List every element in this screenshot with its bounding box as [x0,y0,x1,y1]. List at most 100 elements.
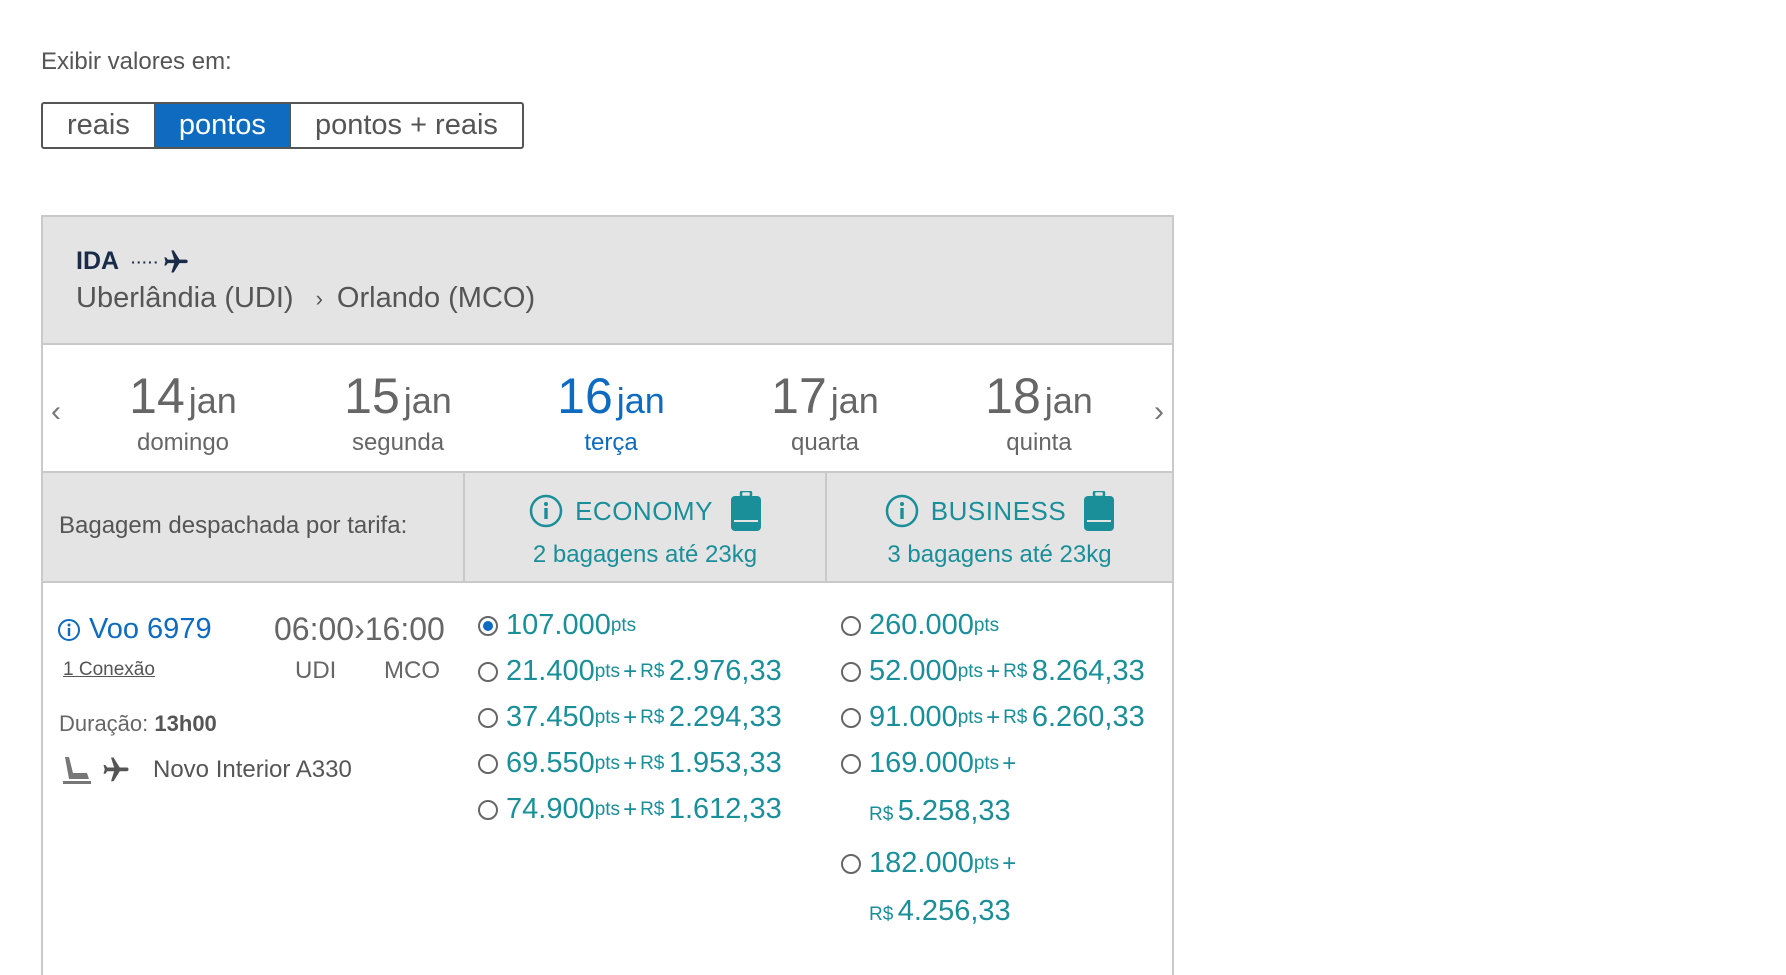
fare-cash-line: R$ 5.258,33 [869,795,1011,828]
fare-cash: 5.258,33 [897,795,1011,827]
fare-cash-line: R$ 4.256,33 [869,895,1011,928]
fare-points: 91.000 [869,701,958,733]
route-dots: ····· [131,253,160,270]
radio-button[interactable] [841,661,861,682]
currency-symbol: R$ [640,706,665,728]
currency-symbol: R$ [640,660,665,682]
economy-fare-option[interactable]: 37.450 pts + R$ 2.294,33 [478,701,782,734]
flight-card: IDA ····· Uberlândia (UDI) › Orlando (MC… [41,215,1174,975]
economy-fare-option[interactable]: 69.550 pts + R$ 1.953,33 [478,747,782,780]
connection-link[interactable]: 1 Conexão [63,659,155,681]
aircraft-name: Novo Interior A330 [153,756,352,783]
radio-button[interactable] [478,661,498,682]
pts-unit: pts [594,798,621,820]
info-icon[interactable] [885,494,919,528]
radio-button[interactable] [478,799,498,820]
route-header: IDA ····· Uberlândia (UDI) › Orlando (MC… [43,217,1172,345]
currency-symbol: R$ [1003,660,1028,682]
baggage-label: Bagagem despachada por tarifa: [59,512,408,539]
business-fare-option[interactable]: 182.000 pts + [841,847,1019,880]
radio-button[interactable] [478,707,498,728]
flight-number: Voo 6979 [89,613,212,645]
date-month: jan [830,380,879,421]
radio-button[interactable] [478,615,498,636]
radio-button[interactable] [841,707,861,728]
toggle-pontos[interactable]: pontos [154,104,291,147]
date-month: jan [403,380,452,421]
pts-unit: pts [973,852,1000,874]
plus-sign: + [623,657,638,685]
pts-unit: pts [973,752,1000,774]
fare-points: 69.550 [506,747,595,779]
date-month: jan [1044,380,1093,421]
currency-toggle: reais pontos pontos + reais [41,102,524,149]
next-date-arrow[interactable]: › [1154,395,1164,429]
business-fare-option[interactable]: 91.000 pts + R$ 6.260,33 [841,701,1145,734]
info-icon [58,618,80,641]
pts-unit: pts [594,752,621,774]
date-strip: ‹ 14 jan domingo 15 jan segunda 16 jan terç… [43,345,1172,473]
duration-value: 13h00 [154,711,217,736]
business-title: BUSINESS [930,495,1067,526]
date-15-jan[interactable]: 15 jan segunda [298,367,498,457]
prev-date-arrow[interactable]: ‹ [51,395,61,429]
radio-button[interactable] [841,615,861,636]
economy-fare-option[interactable]: 107.000 pts [478,609,636,642]
economy-title: ECONOMY [575,495,713,526]
route-separator: › [315,285,323,311]
economy-allowance: 2 bagagens até 23kg [532,541,758,568]
date-weekday: terça [584,429,638,456]
radio-button[interactable] [841,853,861,874]
pts-unit: pts [594,706,621,728]
economy-fare-option[interactable]: 74.900 pts + R$ 1.612,33 [478,793,782,826]
pts-unit: pts [973,614,1000,636]
date-18-jan[interactable]: 18 jan quinta [939,367,1139,457]
route: Uberlândia (UDI) › Orlando (MCO) [76,282,535,315]
fare-cash: 2.294,33 [668,701,782,733]
date-16-jan[interactable]: 16 jan terça [511,367,711,457]
fare-points: 182.000 [869,847,974,879]
time-arrow: › [354,611,365,647]
fare-cash: 8.264,33 [1031,655,1145,687]
business-fare-option[interactable]: 260.000 pts [841,609,999,642]
display-values-label: Exibir valores em: [41,48,232,75]
fare-points: 21.400 [506,655,595,687]
plus-sign: + [986,657,1001,685]
currency-symbol: R$ [869,804,894,825]
fare-points: 74.900 [506,793,595,825]
radio-button[interactable] [478,753,498,774]
arrive-time: 16:00 [364,611,445,647]
fare-points: 37.450 [506,701,595,733]
origin-code: UDI [295,657,337,684]
pts-unit: pts [957,660,984,682]
fare-points: 107.000 [506,609,611,641]
luggage-icon [1084,491,1115,531]
plus-sign: + [986,703,1001,731]
depart-time: 06:00 [274,611,355,647]
business-column: BUSINESS 3 bagagens até 23kg [827,473,1172,581]
flight-number-link[interactable]: Voo 6979 [57,613,212,646]
plus-sign: + [623,703,638,731]
business-fare-option[interactable]: 169.000 pts + [841,747,1019,780]
duration-label: Duração: [59,711,149,736]
toggle-reais[interactable]: reais [43,104,155,147]
date-day: 16 [557,368,613,424]
currency-symbol: R$ [869,904,894,925]
date-weekday: segunda [351,429,445,456]
radio-button[interactable] [841,753,861,774]
info-icon[interactable] [529,494,563,528]
direction: IDA ····· [76,247,191,276]
toggle-pontos-reais[interactable]: pontos + reais [291,104,522,147]
destination: Orlando (MCO) [336,282,536,314]
luggage-icon [730,491,761,531]
fare-cash: 4.256,33 [897,895,1011,927]
fare-cash: 2.976,33 [668,655,782,687]
date-day: 15 [344,368,400,424]
economy-fare-option[interactable]: 21.400 pts + R$ 2.976,33 [478,655,782,688]
date-14-jan[interactable]: 14 jan domingo [83,367,283,457]
baggage-row: Bagagem despachada por tarifa: ECONOMY 2… [43,473,1172,583]
origin: Uberlândia (UDI) [76,282,294,314]
date-17-jan[interactable]: 17 jan quarta [725,367,925,457]
business-fare-option[interactable]: 52.000 pts + R$ 8.264,33 [841,655,1145,688]
pts-unit: pts [957,706,984,728]
